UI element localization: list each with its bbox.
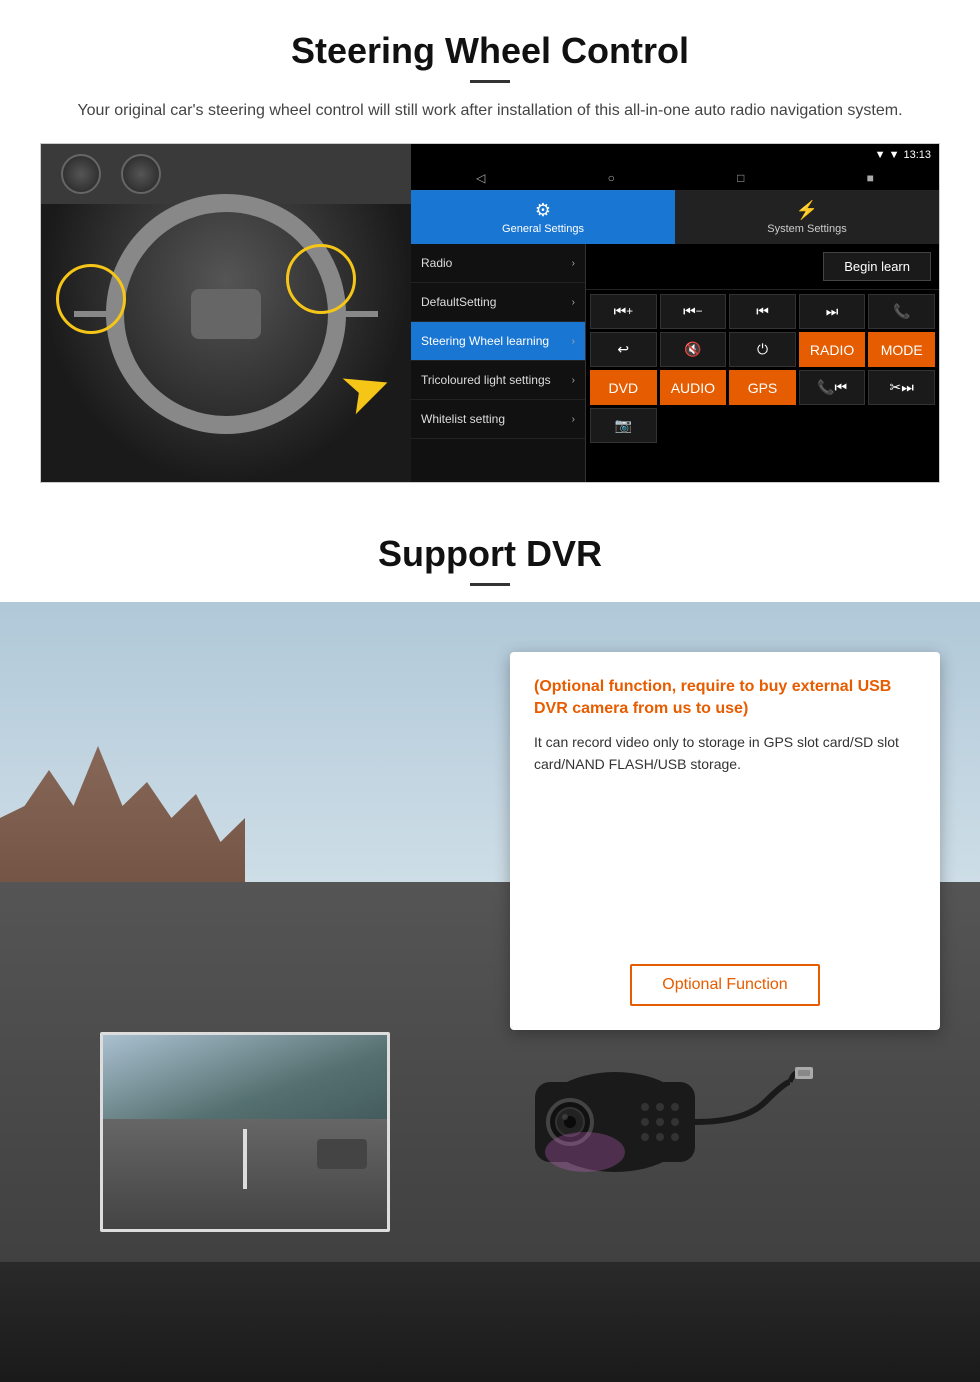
control-buttons-grid: ⏮+ ⏮− ⏮ ⏭ 📞 ↩ 🔇 ⏻ RADIO MODE DVD AUDIO G…	[586, 290, 939, 447]
nav-home-icon[interactable]: ○	[608, 171, 615, 185]
wheel-center	[191, 289, 261, 339]
steering-section: Steering Wheel Control Your original car…	[0, 0, 980, 503]
optional-function-button[interactable]: Optional Function	[630, 964, 819, 1006]
android-tabs: ⚙ General Settings ⚡ System Settings	[411, 190, 939, 244]
nav-square-icon[interactable]: □	[737, 171, 744, 185]
settings-menu: Radio › DefaultSetting › Steering Wheel …	[411, 244, 586, 483]
ctrl-next[interactable]: ⏭	[799, 294, 866, 329]
tab-general-settings[interactable]: ⚙ General Settings	[411, 190, 675, 244]
begin-learn-button[interactable]: Begin learn	[823, 252, 931, 281]
menu-steering-label: Steering Wheel learning	[421, 334, 549, 348]
menu-item-whitelist[interactable]: Whitelist setting ›	[411, 400, 585, 439]
android-statusbar: ▼ ▼ 13:13	[411, 144, 939, 166]
optional-btn-row: Optional Function	[534, 964, 916, 1006]
dvr-info-box: (Optional function, require to buy exter…	[510, 652, 940, 1030]
chevron-radio-icon: ›	[572, 258, 575, 269]
dvr-camera-area	[474, 1042, 856, 1202]
dashboard-area	[0, 1262, 980, 1382]
steering-wheel-bg: ➤	[41, 144, 411, 483]
steering-arrow-icon: ➤	[330, 348, 401, 431]
gauge-2	[121, 154, 161, 194]
ctrl-vol-down[interactable]: ⏮−	[660, 294, 727, 329]
ctrl-phone[interactable]: 📞	[868, 294, 935, 329]
wheel-spoke-right	[328, 311, 378, 317]
title-divider	[470, 80, 510, 83]
steering-title: Steering Wheel Control	[40, 30, 940, 72]
begin-learn-row: Begin learn	[586, 244, 939, 290]
highlight-circle-right	[286, 244, 356, 314]
dvr-header: Support DVR	[0, 503, 980, 586]
dvr-title: Support DVR	[40, 533, 940, 575]
system-settings-icon: ⚡	[796, 200, 818, 221]
chevron-default-icon: ›	[572, 297, 575, 308]
menu-item-tricoloured[interactable]: Tricoloured light settings ›	[411, 361, 585, 400]
ctrl-dvd[interactable]: DVD	[590, 370, 657, 405]
general-settings-icon: ⚙	[535, 200, 551, 221]
ctrl-phone-prev[interactable]: 📞⏮	[799, 370, 866, 405]
dvr-inset-cars	[317, 1139, 367, 1169]
dvr-background: (Optional function, require to buy exter…	[0, 602, 980, 1382]
menu-radio-label: Radio	[421, 256, 452, 270]
tab-system-settings[interactable]: ⚡ System Settings	[675, 190, 939, 244]
dvr-title-divider	[470, 583, 510, 586]
android-nav: ◁ ○ □ ■	[411, 166, 939, 190]
dvr-inset-road	[103, 1119, 387, 1229]
dvr-section: Support DVR (Optional function, require …	[0, 503, 980, 1382]
dvr-description: It can record video only to storage in G…	[534, 731, 916, 776]
signal-icon: ▼ ▼	[875, 149, 900, 161]
ctrl-audio[interactable]: AUDIO	[660, 370, 727, 405]
steering-demo: ➤ ▼ ▼ 13:13 ◁ ○ □ ■ ⚙ General Settings	[40, 143, 940, 483]
dvr-inset-road-line	[243, 1129, 247, 1189]
menu-tricoloured-label: Tricoloured light settings	[421, 373, 551, 387]
ctrl-radio[interactable]: RADIO	[799, 332, 866, 367]
status-time: 13:13	[903, 149, 931, 161]
ctrl-back[interactable]: ↩	[590, 332, 657, 367]
ctrl-camera[interactable]: 📷	[590, 408, 657, 443]
menu-default-label: DefaultSetting	[421, 295, 496, 309]
tab-general-label: General Settings	[502, 223, 584, 235]
menu-item-default-setting[interactable]: DefaultSetting ›	[411, 283, 585, 322]
chevron-steering-icon: ›	[572, 336, 575, 347]
steering-wheel-ring	[106, 194, 346, 434]
dvr-camera-svg	[515, 1052, 815, 1192]
menu-item-radio[interactable]: Radio ›	[411, 244, 585, 283]
chevron-tricoloured-icon: ›	[572, 375, 575, 386]
highlight-circle-left	[56, 264, 126, 334]
steering-description: Your original car's steering wheel contr…	[60, 99, 920, 123]
ctrl-gps[interactable]: GPS	[729, 370, 796, 405]
dvr-optional-text: (Optional function, require to buy exter…	[534, 676, 916, 721]
dvr-scene: (Optional function, require to buy exter…	[0, 602, 980, 1382]
android-ui: ▼ ▼ 13:13 ◁ ○ □ ■ ⚙ General Settings ⚡ S…	[411, 144, 939, 483]
ctrl-mute[interactable]: 🔇	[660, 332, 727, 367]
chevron-whitelist-icon: ›	[572, 414, 575, 425]
ctrl-phone-next[interactable]: ✂⏭	[868, 370, 935, 405]
tab-system-label: System Settings	[767, 223, 846, 235]
android-content: Radio › DefaultSetting › Steering Wheel …	[411, 244, 939, 483]
ctrl-vol-up[interactable]: ⏮+	[590, 294, 657, 329]
ctrl-power[interactable]: ⏻	[729, 332, 796, 367]
nav-extra-icon[interactable]: ■	[867, 171, 874, 185]
dvr-inset-screenshot	[100, 1032, 390, 1232]
ctrl-prev[interactable]: ⏮	[729, 294, 796, 329]
menu-whitelist-label: Whitelist setting	[421, 412, 505, 426]
steering-control-panel: Begin learn ⏮+ ⏮− ⏮ ⏭ 📞 ↩ 🔇 ⏻ RADIO MODE…	[586, 244, 939, 483]
nav-back-icon[interactable]: ◁	[476, 171, 485, 185]
ctrl-mode[interactable]: MODE	[868, 332, 935, 367]
gauge-1	[61, 154, 101, 194]
menu-item-steering-wheel[interactable]: Steering Wheel learning ›	[411, 322, 585, 361]
steering-photo: ➤	[41, 144, 411, 483]
